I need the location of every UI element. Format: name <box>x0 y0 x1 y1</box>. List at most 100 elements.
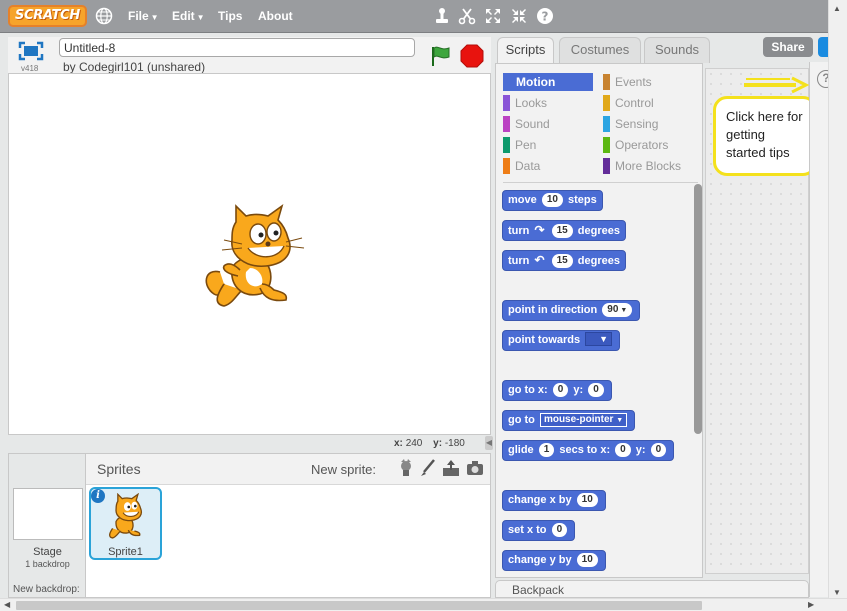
help-question-icon[interactable]: ? <box>536 7 554 25</box>
camera-icon[interactable] <box>465 458 485 478</box>
share-button[interactable]: Share <box>763 37 813 57</box>
tab-sounds[interactable]: Sounds <box>644 37 710 63</box>
block-input[interactable]: 10 <box>576 553 598 567</box>
green-flag-icon[interactable] <box>428 44 452 68</box>
sprites-label: Sprites <box>97 461 141 477</box>
palette-scrollbar[interactable] <box>694 184 702 434</box>
block-input[interactable]: 10 <box>576 493 598 507</box>
category-operators[interactable]: Operators <box>603 136 693 154</box>
block-input[interactable]: 1 <box>538 443 555 457</box>
category-events[interactable]: Events <box>603 73 693 91</box>
cut-scissors-icon[interactable] <box>458 7 476 25</box>
dropdown-value: mouse-pointer <box>543 414 614 425</box>
block-input[interactable]: 15 <box>551 224 573 238</box>
tip-line: started tips <box>726 145 790 160</box>
backpack-header[interactable]: Backpack <box>495 580 809 598</box>
edit-menu[interactable]: Edit ▼ <box>172 9 205 23</box>
svg-text:?: ? <box>542 10 549 24</box>
block-change-y[interactable]: change y by 10 <box>502 550 606 571</box>
category-data[interactable]: Data <box>503 157 593 175</box>
fullscreen-icon[interactable] <box>18 41 44 61</box>
block-move-steps[interactable]: move 10 steps <box>502 190 603 211</box>
category-swatch <box>603 116 610 132</box>
category-looks[interactable]: Looks <box>503 94 593 112</box>
vertical-scrollbar[interactable]: ▲ ▼ <box>828 0 847 598</box>
category-swatch <box>603 137 610 153</box>
stage-column: Stage 1 backdrop New backdrop: <box>9 454 86 597</box>
block-input[interactable]: 15 <box>551 254 573 268</box>
dropdown-value: 90 <box>607 304 619 315</box>
globe-icon[interactable] <box>95 7 113 25</box>
category-control[interactable]: Control <box>603 94 693 112</box>
block-text: set x to <box>508 524 547 536</box>
block-text: steps <box>568 194 597 206</box>
block-text: change x by <box>508 494 572 506</box>
scroll-right-icon[interactable]: ▶ <box>808 599 814 611</box>
block-set-x[interactable]: set x to 0 <box>502 520 576 541</box>
category-motion[interactable]: Motion <box>503 73 593 91</box>
upload-sprite-icon[interactable] <box>441 458 461 478</box>
category-swatch <box>503 158 510 174</box>
project-title-input[interactable] <box>59 38 415 57</box>
getting-started-tip-callout[interactable]: Click here for getting started tips <box>713 96 817 176</box>
file-menu[interactable]: File ▼ <box>128 9 159 23</box>
category-pen[interactable]: Pen <box>503 136 593 154</box>
block-input[interactable]: 10 <box>541 193 563 207</box>
project-byline: by Codegirl101 (unshared) <box>63 60 206 74</box>
horizontal-scroll-thumb[interactable] <box>16 601 702 610</box>
block-input[interactable]: 0 <box>552 383 569 397</box>
stage-thumbnail[interactable] <box>13 488 83 540</box>
block-turn-right[interactable]: turn ↷ 15 degrees <box>502 220 626 241</box>
duplicate-stamp-icon[interactable] <box>433 7 451 25</box>
block-point-towards[interactable]: point towards ▼ <box>502 330 621 351</box>
block-input[interactable]: 0 <box>551 523 568 537</box>
category-sensing[interactable]: Sensing <box>603 115 693 133</box>
about-menu[interactable]: About <box>258 9 293 23</box>
sprite-library-icon[interactable] <box>396 458 416 478</box>
category-more-blocks[interactable]: More Blocks <box>603 157 693 175</box>
scratch-cat-sprite[interactable] <box>202 204 312 312</box>
category-label: Pen <box>515 138 537 152</box>
blocks-list: move 10 steps turn ↷ 15 degrees turn ↶ 1… <box>502 186 692 578</box>
rotate-clockwise-icon: ↷ <box>534 223 545 237</box>
category-swatch <box>503 137 510 153</box>
block-input[interactable]: 0 <box>650 443 667 457</box>
block-text: degrees <box>577 255 620 267</box>
block-input[interactable]: 0 <box>588 383 604 397</box>
scroll-left-icon[interactable]: ◀ <box>4 599 10 611</box>
paint-brush-icon[interactable] <box>418 458 438 478</box>
collapse-stage-icon[interactable]: ◀ <box>485 436 493 450</box>
block-text: secs to x: <box>559 444 611 456</box>
block-go-to-xy[interactable]: go to x: 0 y: 0 <box>502 380 612 401</box>
tab-scripts[interactable]: Scripts <box>497 37 554 65</box>
block-text: y: <box>635 444 646 456</box>
grow-icon[interactable] <box>484 7 502 25</box>
block-text: turn <box>508 225 530 237</box>
category-label: More Blocks <box>615 159 682 173</box>
scratch-logo[interactable]: SCRATCH <box>8 5 87 27</box>
category-sound[interactable]: Sound <box>503 115 593 133</box>
block-go-to[interactable]: go to mouse-pointer ▼ <box>502 410 636 431</box>
block-point-in-direction[interactable]: point in direction 90 ▼ <box>502 300 641 321</box>
sprite-thumbnail[interactable]: i Sprite1 <box>89 487 162 560</box>
block-dropdown-input[interactable]: 90 ▼ <box>602 303 633 317</box>
block-glide[interactable]: glide 1 secs to x: 0 y: 0 <box>502 440 675 461</box>
category-label: Control <box>615 96 654 110</box>
new-backdrop-label: New backdrop: <box>13 584 80 595</box>
block-change-x[interactable]: change x by 10 <box>502 490 606 511</box>
stop-icon[interactable] <box>460 44 484 68</box>
tab-costumes[interactable]: Costumes <box>559 37 641 63</box>
horizontal-scrollbar[interactable]: ◀ ▶ <box>0 598 847 611</box>
scroll-up-icon[interactable]: ▲ <box>833 4 841 13</box>
tips-menu[interactable]: Tips <box>218 9 242 23</box>
category-label: Sound <box>515 117 550 131</box>
block-input[interactable]: 0 <box>615 443 631 457</box>
category-swatch <box>603 95 610 111</box>
stage-canvas[interactable] <box>8 73 491 435</box>
shrink-icon[interactable] <box>510 7 528 25</box>
block-dropdown[interactable]: mouse-pointer ▼ <box>539 413 628 427</box>
category-label: Motion <box>516 75 556 89</box>
block-dropdown[interactable]: ▼ <box>585 332 613 346</box>
block-turn-left[interactable]: turn ↶ 15 degrees <box>502 250 626 271</box>
scroll-down-icon[interactable]: ▼ <box>833 588 841 597</box>
